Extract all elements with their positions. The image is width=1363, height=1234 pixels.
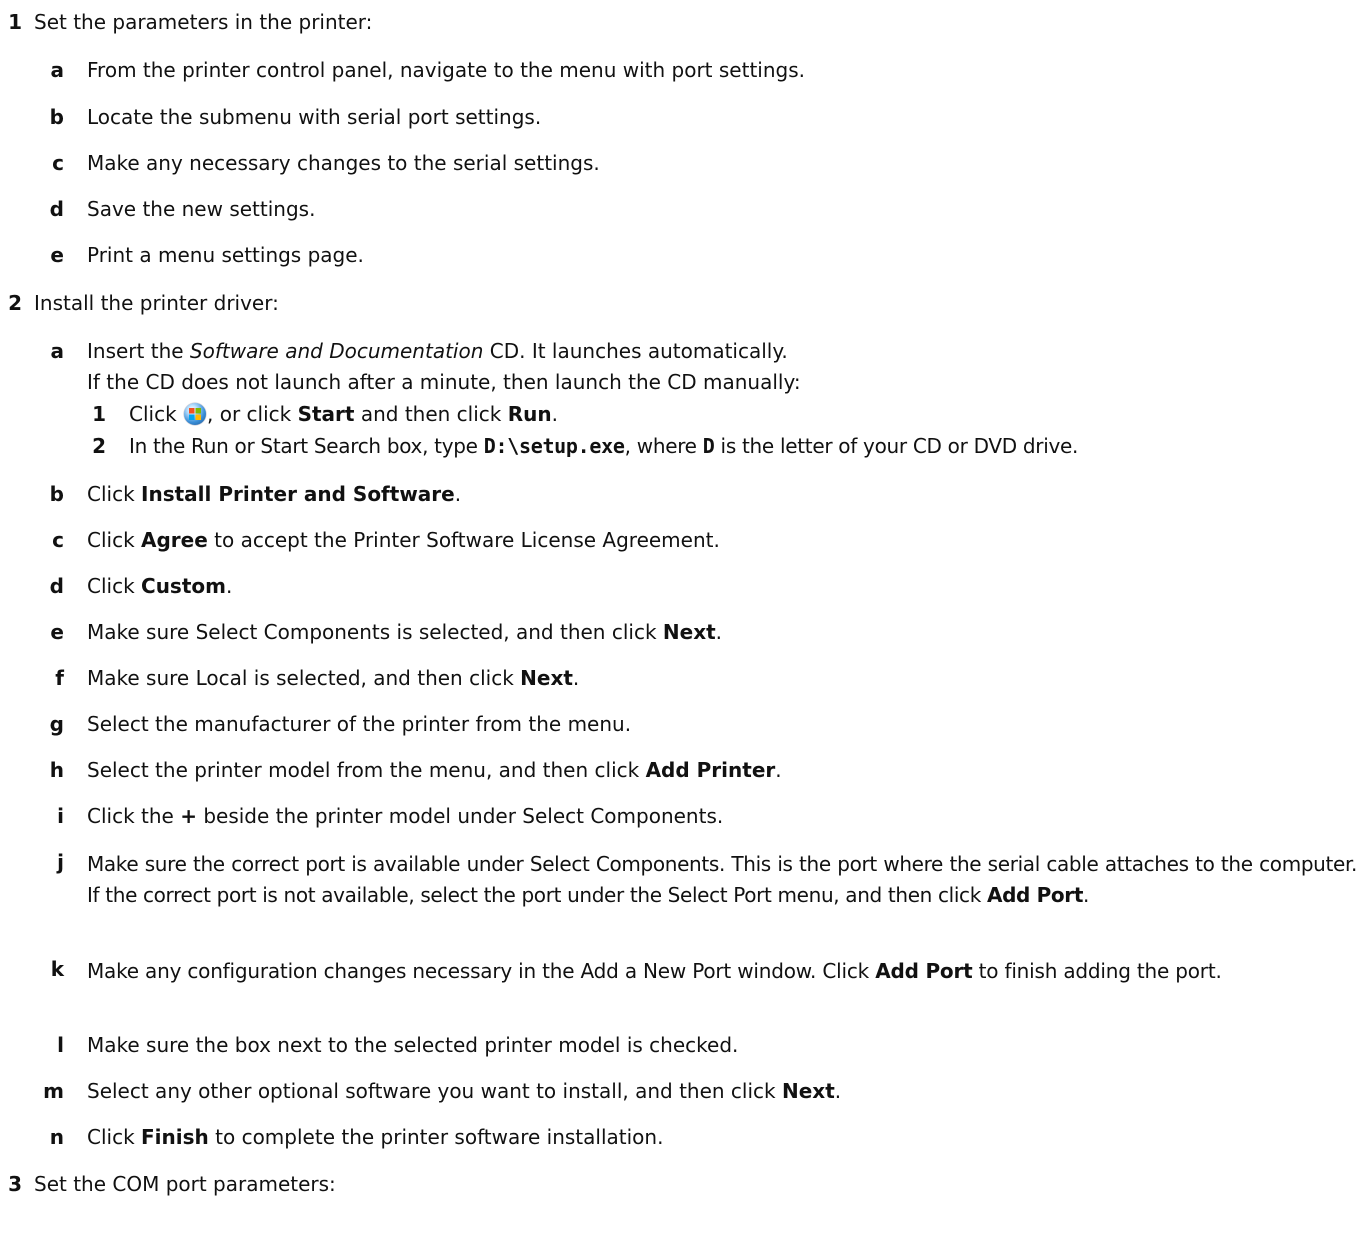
substep-text: Make any necessary changes to the serial… [87, 151, 600, 175]
substep-letter: e [50, 620, 64, 644]
substep-letter: i [57, 804, 64, 828]
substep-letter: l [57, 1033, 64, 1057]
substep-letter: d [49, 574, 64, 598]
substep-text: Save the new settings. [87, 197, 316, 221]
substep-letter: c [52, 528, 64, 552]
step-number: 3 [8, 1172, 22, 1196]
manual-step-number: 2 [92, 434, 106, 458]
substep-letter: b [49, 105, 64, 129]
substep-letter: d [49, 197, 64, 221]
substep-letter: m [43, 1079, 64, 1103]
step-number: 2 [8, 291, 22, 315]
manual-step-number: 1 [92, 402, 106, 426]
substep-letter: a [50, 339, 65, 363]
document-page: 1 Set the parameters in the printer: a F… [0, 0, 1363, 1234]
step-text: Install the printer driver: [34, 291, 279, 315]
cd-title: Software and Documentation [189, 339, 484, 363]
substep-letter: c [52, 151, 64, 175]
substep-letter: n [49, 1125, 64, 1149]
windows-start-orb-icon [184, 403, 207, 425]
substep-letter: e [50, 243, 64, 267]
start-label: Start [297, 402, 355, 426]
substep-letter: g [49, 712, 64, 736]
run-label: Run [507, 402, 552, 426]
substep-text: From the printer control panel, navigate… [87, 58, 805, 82]
step-text: Set the parameters in the printer: [34, 10, 373, 34]
substep-letter: a [50, 58, 65, 82]
substep-text: Locate the submenu with serial port sett… [87, 105, 542, 129]
substep-letter: f [55, 666, 64, 690]
step-number: 1 [8, 10, 22, 34]
substep-text: Insert the Software and Documentation CD… [87, 339, 788, 363]
setup-command: D:\setup.exe [483, 434, 625, 458]
drive-letter: D [702, 434, 715, 458]
substep-letter: b [49, 482, 64, 506]
substep-text: Print a menu settings page. [87, 243, 364, 267]
substep-letter: h [49, 758, 64, 782]
substep-letter: k [50, 957, 64, 981]
substep-letter: j [57, 850, 64, 874]
step-text: Set the COM port parameters: [34, 1172, 336, 1196]
